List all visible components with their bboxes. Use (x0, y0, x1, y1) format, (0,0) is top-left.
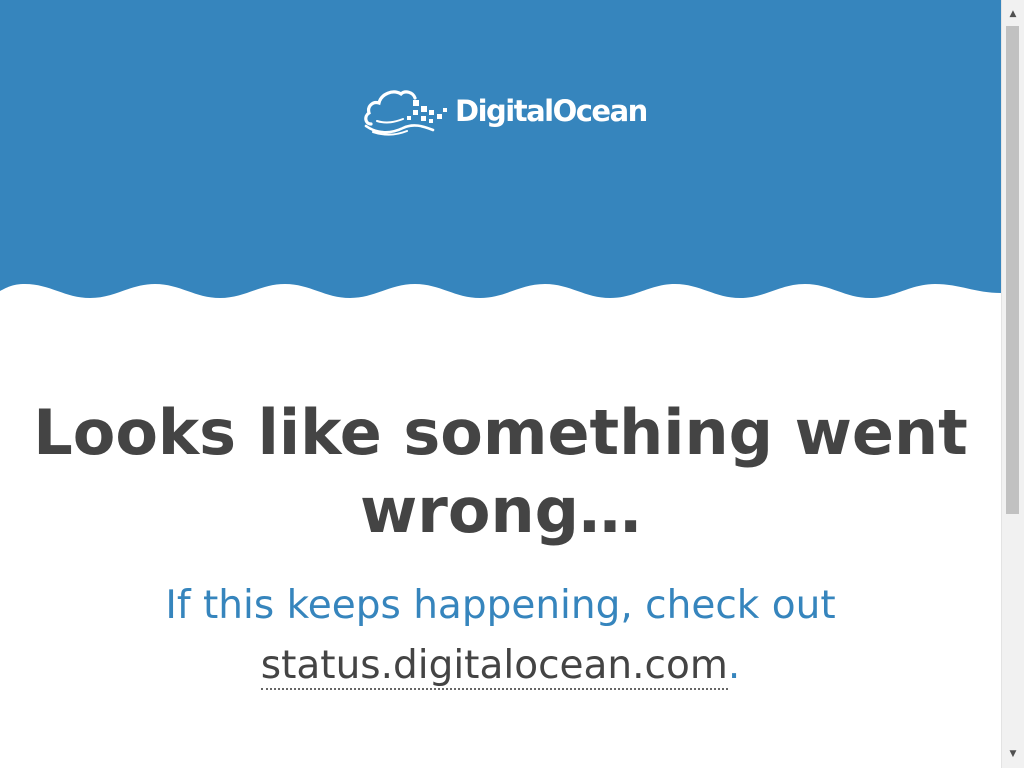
status-page-link[interactable]: status.digitalocean.com (260, 643, 728, 690)
scroll-down-arrow-icon[interactable]: ▼ (1002, 744, 1024, 764)
header-banner: DigitalOcean (0, 0, 1001, 300)
scrollbar-thumb[interactable] (1006, 26, 1019, 514)
logo-text: DigitalOcean (455, 94, 648, 128)
scroll-up-arrow-icon[interactable]: ▲ (1002, 4, 1024, 24)
wave-background (0, 0, 1001, 298)
status-message: If this keeps happening, check out statu… (0, 576, 1001, 696)
status-message-prefix: If this keeps happening, check out (165, 583, 836, 628)
status-message-suffix: . (727, 643, 741, 688)
digitalocean-logo[interactable]: DigitalOcean (363, 86, 648, 136)
digitalocean-cloud-icon (364, 90, 447, 136)
page-viewport: DigitalOcean Looks like something went w… (0, 0, 1001, 768)
vertical-scrollbar[interactable]: ▲ ▼ (1001, 0, 1024, 768)
error-headline: Looks like something went wrong… (33, 396, 968, 547)
